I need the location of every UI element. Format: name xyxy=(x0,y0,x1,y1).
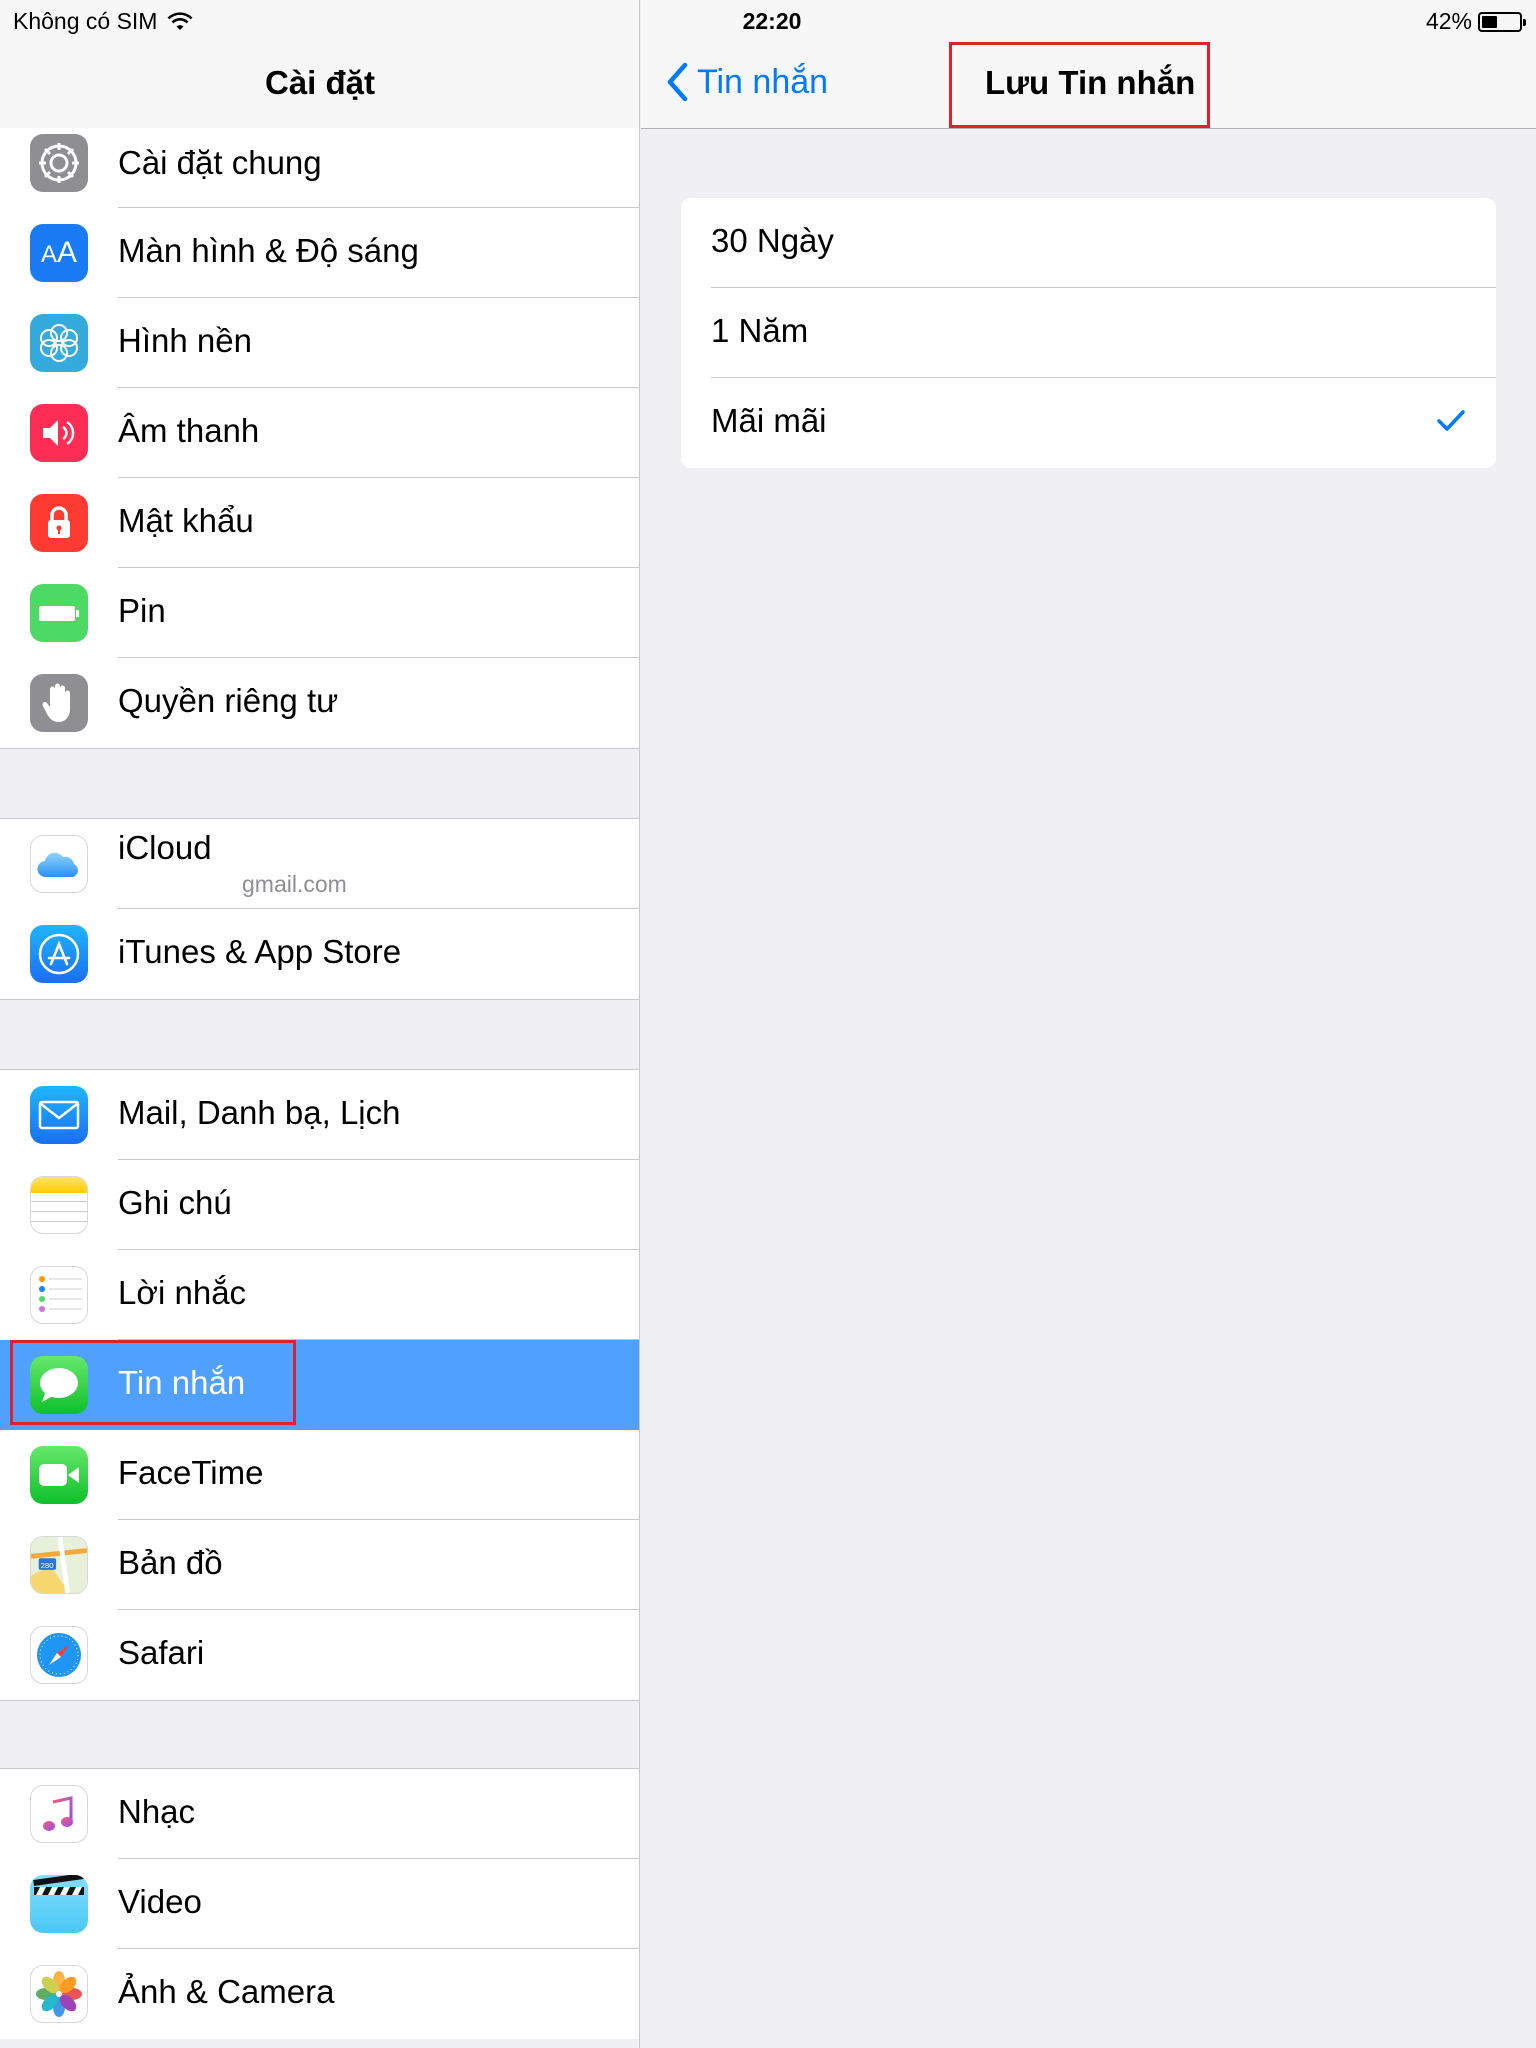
sidebar-item-music[interactable]: Nhạc xyxy=(0,1769,639,1859)
sidebar-item-label: Màn hình & Độ sáng xyxy=(118,232,419,269)
detail-pane: Tin nhắn Lưu Tin nhắn 30 Ngày 1 Năm Mãi … xyxy=(641,0,1536,2048)
battery-indicator: 42% xyxy=(1425,8,1526,35)
sidebar-item-battery[interactable]: Pin xyxy=(0,568,639,658)
sidebar-item-mail[interactable]: Mail, Danh bạ, Lịch xyxy=(0,1070,639,1160)
settings-group-media: Nhạc Video Ảnh & Camera xyxy=(0,1768,639,2039)
option-label: 30 Ngày xyxy=(711,222,834,259)
option-1-year[interactable]: 1 Năm xyxy=(681,288,1496,378)
sidebar-item-icloud[interactable]: iCloud gmail.com xyxy=(0,819,639,909)
sidebar-item-label: Pin xyxy=(118,592,166,629)
option-label: 1 Năm xyxy=(711,312,809,349)
sidebar-item-label: Nhạc xyxy=(118,1793,196,1830)
sidebar-item-label: Âm thanh xyxy=(118,412,260,449)
sidebar-item-label: Safari xyxy=(118,1634,205,1671)
sidebar-item-label: Mail, Danh bạ, Lịch xyxy=(118,1094,401,1131)
sidebar-item-label: Cài đặt chung xyxy=(118,144,322,181)
svg-text:280: 280 xyxy=(41,1561,54,1570)
sidebar-item-passcode[interactable]: Mật khẩu xyxy=(0,478,639,568)
sidebar-item-sounds[interactable]: Âm thanh xyxy=(0,388,639,478)
gear-icon xyxy=(30,134,88,192)
sidebar-item-label: Lời nhắc xyxy=(118,1274,247,1311)
reminders-icon xyxy=(30,1266,88,1324)
sidebar-item-general[interactable]: Cài đặt chung xyxy=(0,128,639,208)
highlight-box-messages xyxy=(10,1340,296,1425)
option-30-days[interactable]: 30 Ngày xyxy=(681,198,1496,288)
checkmark-icon xyxy=(1437,410,1465,431)
sidebar-item-label: Ảnh & Camera xyxy=(118,1973,335,2010)
highlight-box-title xyxy=(949,42,1210,128)
display-brightness-icon: AA xyxy=(30,224,88,282)
video-icon xyxy=(30,1875,88,1933)
keep-messages-options: 30 Ngày 1 Năm Mãi mãi xyxy=(681,198,1496,468)
photos-icon xyxy=(30,1965,88,2023)
sidebar-item-facetime[interactable]: FaceTime xyxy=(0,1430,639,1520)
option-label: Mãi mãi xyxy=(711,402,827,439)
sidebar-item-label: Mật khẩu xyxy=(118,502,254,539)
music-icon xyxy=(30,1785,88,1843)
option-forever[interactable]: Mãi mãi xyxy=(681,378,1496,468)
facetime-icon xyxy=(30,1446,88,1504)
settings-sidebar: Cài đặt Cài đặt chung AA Màn hình & Độ s… xyxy=(0,0,640,2048)
sidebar-item-label: iCloud xyxy=(118,829,212,866)
sidebar-item-notes[interactable]: Ghi chú xyxy=(0,1160,639,1250)
status-bar: Không có SIM 22:20 42% xyxy=(0,0,1536,40)
sidebar-item-itunes-app-store[interactable]: iTunes & App Store xyxy=(0,909,639,999)
wallpaper-icon xyxy=(30,314,88,372)
mail-icon xyxy=(30,1086,88,1144)
sidebar-item-label: Bản đồ xyxy=(118,1544,223,1581)
sidebar-item-label: Quyền riêng tư xyxy=(118,682,339,719)
sidebar-item-maps[interactable]: 280 Bản đồ xyxy=(0,1520,639,1610)
safari-icon xyxy=(30,1626,88,1684)
sidebar-item-reminders[interactable]: Lời nhắc xyxy=(0,1250,639,1340)
icloud-account-email: gmail.com xyxy=(242,871,347,897)
sidebar-item-safari[interactable]: Safari xyxy=(0,1610,639,1700)
back-button-label: Tin nhắn xyxy=(697,62,829,101)
sidebar-item-video[interactable]: Video xyxy=(0,1859,639,1949)
battery-icon xyxy=(1478,11,1526,32)
sidebar-title: Cài đặt xyxy=(264,64,376,101)
status-time: 22:20 xyxy=(742,8,802,34)
battery-icon xyxy=(30,584,88,642)
cloud-icon xyxy=(30,835,88,893)
sidebar-item-label: FaceTime xyxy=(118,1454,264,1491)
app-store-icon xyxy=(30,925,88,983)
settings-group-accounts: iCloud gmail.com iTunes & App Store xyxy=(0,818,639,1000)
sidebar-item-privacy[interactable]: Quyền riêng tư xyxy=(0,658,639,748)
chevron-left-icon xyxy=(667,62,688,102)
sidebar-item-label: iTunes & App Store xyxy=(118,933,402,970)
sidebar-item-display[interactable]: AA Màn hình & Độ sáng xyxy=(0,208,639,298)
battery-percent: 42% xyxy=(1425,8,1472,34)
battery-level-fill xyxy=(1482,15,1498,28)
maps-icon: 280 xyxy=(30,1536,88,1594)
hand-icon xyxy=(30,674,88,732)
sidebar-item-label: Video xyxy=(118,1883,202,1920)
back-button[interactable]: Tin nhắn xyxy=(665,62,828,102)
sidebar-item-photos-camera[interactable]: Ảnh & Camera xyxy=(0,1949,639,2039)
lock-icon xyxy=(30,494,88,552)
sidebar-item-label: Ghi chú xyxy=(118,1184,232,1221)
sidebar-item-wallpaper[interactable]: Hình nền xyxy=(0,298,639,388)
notes-icon xyxy=(30,1176,88,1234)
settings-group-general: Cài đặt chung AA Màn hình & Độ sáng Hình… xyxy=(0,128,639,749)
sidebar-item-label: Hình nền xyxy=(118,322,252,359)
speaker-icon xyxy=(30,404,88,462)
